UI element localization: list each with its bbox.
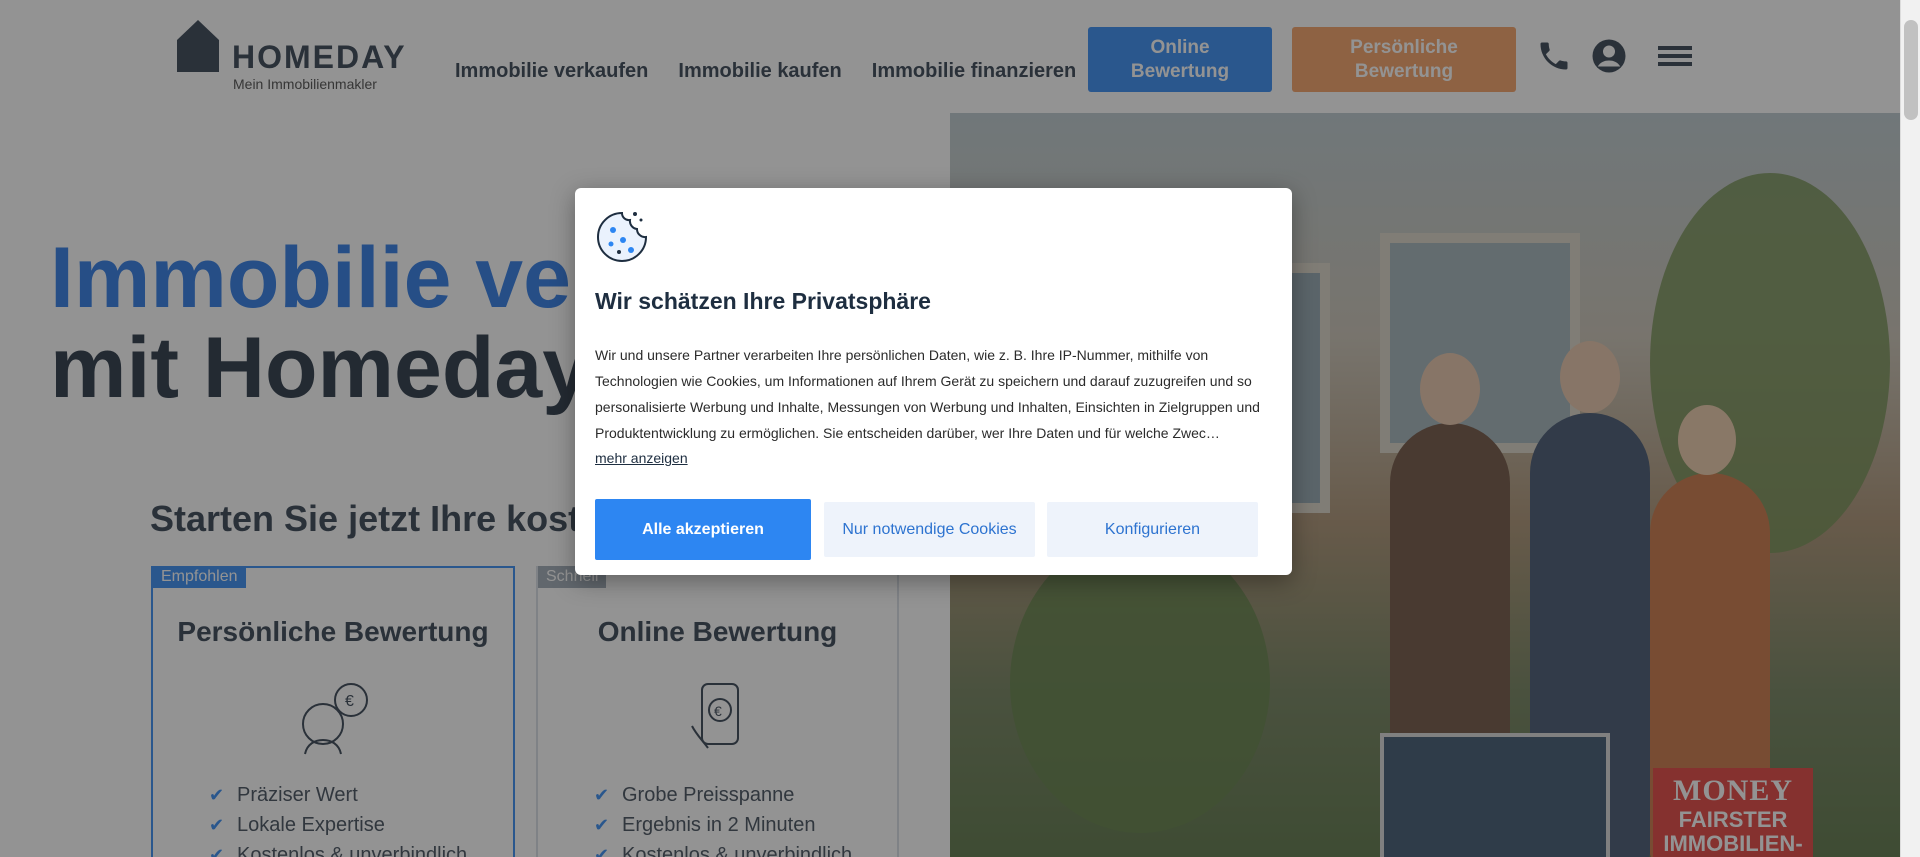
cookie-icon — [597, 211, 648, 262]
necessary-cookies-button[interactable]: Nur notwendige Cookies — [824, 502, 1035, 557]
cookie-consent-dialog: Wir schätzen Ihre Privatsphäre Wir und u… — [575, 188, 1292, 575]
scrollbar-thumb[interactable] — [1904, 20, 1918, 120]
configure-button[interactable]: Konfigurieren — [1047, 502, 1258, 557]
accept-all-button[interactable]: Alle akzeptieren — [595, 499, 811, 560]
page-scrollbar[interactable] — [1900, 0, 1920, 857]
show-more-link[interactable]: mehr anzeigen — [595, 450, 688, 466]
cookie-dialog-title: Wir schätzen Ihre Privatsphäre — [595, 288, 931, 314]
cookie-dialog-text: Wir und unsere Partner verarbeiten Ihre … — [595, 347, 1260, 441]
